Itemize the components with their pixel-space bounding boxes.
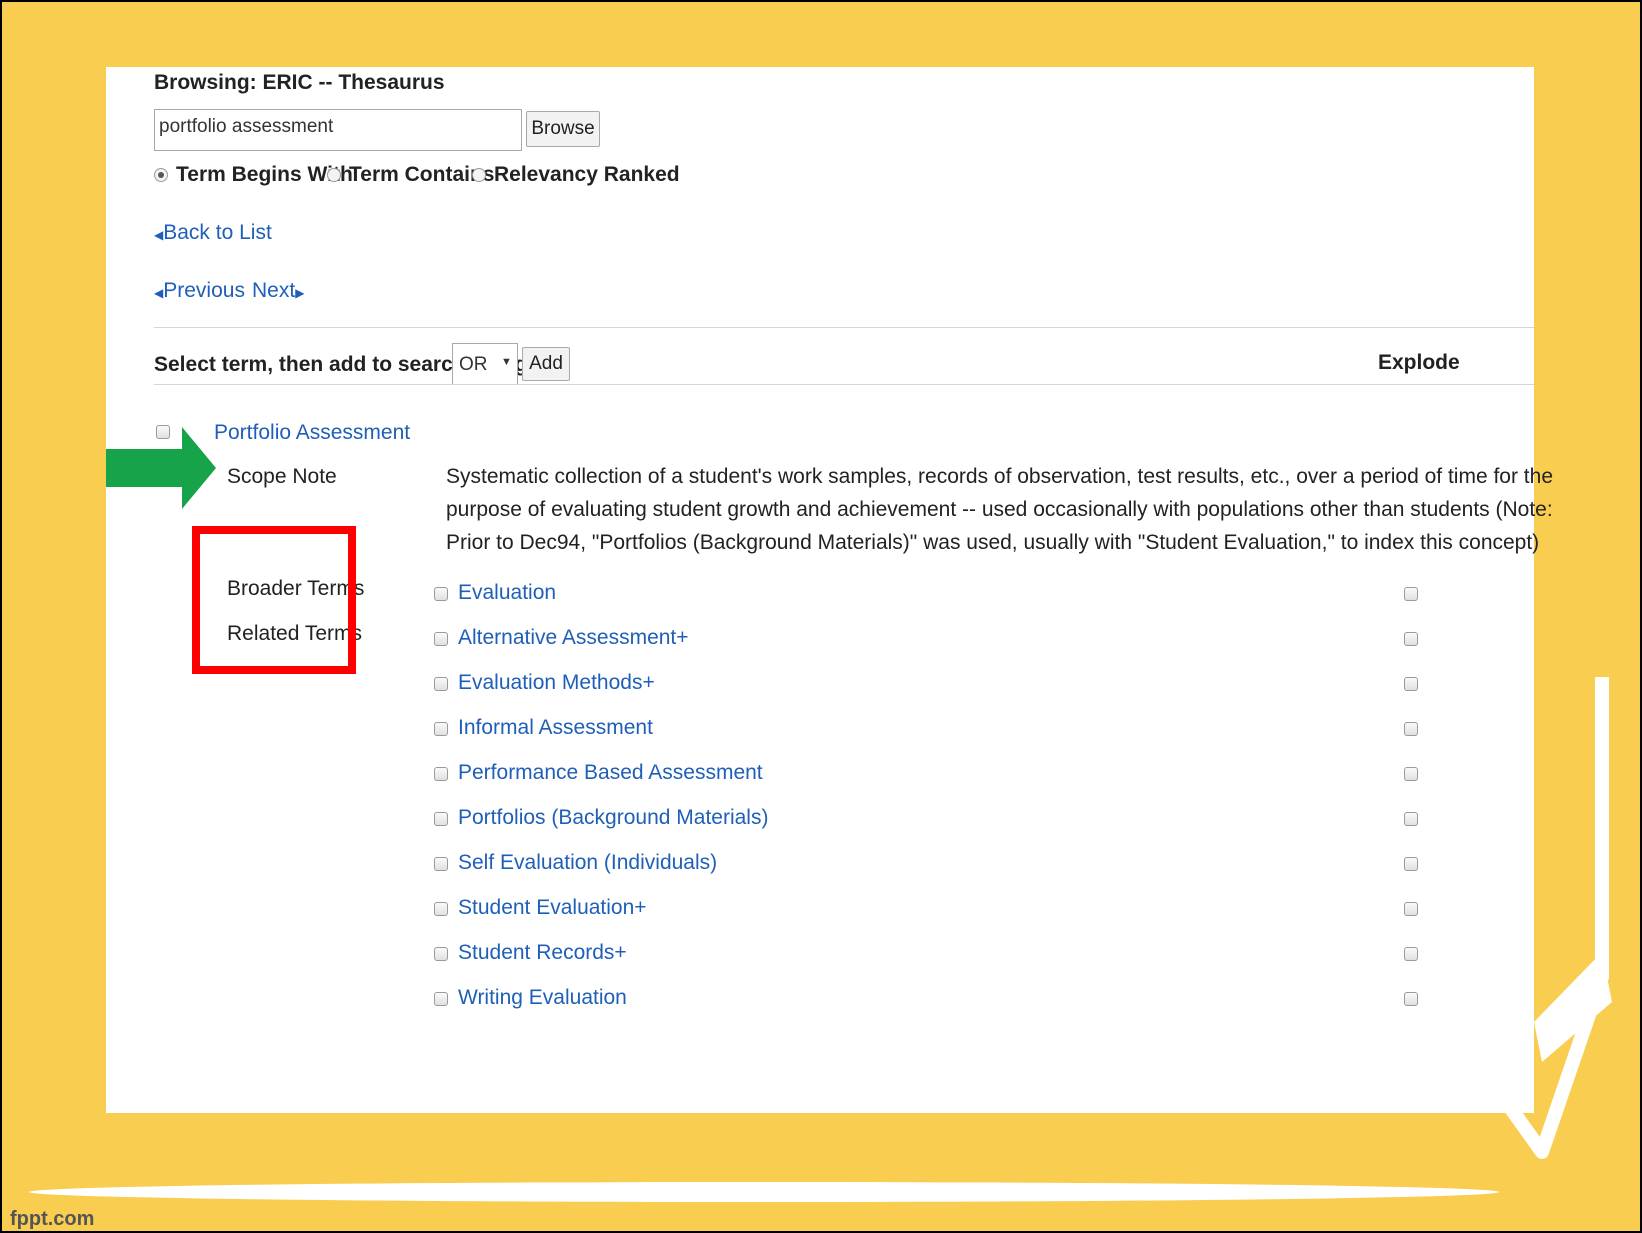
term-link[interactable]: Portfolios (Background Materials) [458, 806, 768, 830]
footer-brand: fppt.com [10, 1208, 95, 1230]
radio-term-contains[interactable] [327, 168, 341, 182]
slide: Browsing: ERIC -- Thesaurus portfolio as… [0, 0, 1642, 1233]
explode-checkbox[interactable] [1404, 767, 1418, 781]
caret-left-icon: ◀ [154, 286, 164, 300]
caret-right-icon: ▶ [295, 286, 305, 300]
term-checkbox[interactable] [434, 902, 448, 916]
explode-checkbox[interactable] [1404, 632, 1418, 646]
term-link[interactable]: Student Evaluation+ [458, 896, 647, 920]
explode-checkbox[interactable] [1404, 992, 1418, 1006]
term-link[interactable]: Evaluation Methods+ [458, 671, 655, 695]
term-link[interactable]: Performance Based Assessment [458, 761, 763, 785]
term-link[interactable]: Informal Assessment [458, 716, 653, 740]
scope-note-line-1: Systematic collection of a student's wor… [446, 465, 1554, 488]
radio-term-begins-with[interactable] [154, 168, 168, 182]
explode-checkbox[interactable] [1404, 587, 1418, 601]
floor-ellipse [29, 1182, 1499, 1202]
explode-checkbox[interactable] [1404, 677, 1418, 691]
term-checkbox[interactable] [434, 722, 448, 736]
term-checkbox[interactable] [434, 947, 448, 961]
term-row: Student Records+ [106, 941, 1534, 981]
browse-button[interactable]: Browse [526, 111, 600, 147]
back-to-list-link[interactable]: ◀Back to List [154, 221, 272, 245]
term-link[interactable]: Evaluation [458, 581, 556, 605]
term-link[interactable]: Alternative Assessment+ [458, 626, 689, 650]
radio-relevancy-ranked[interactable] [472, 168, 486, 182]
scope-note-label: Scope Note [227, 465, 337, 488]
green-arrow-icon [106, 427, 216, 509]
explode-checkbox[interactable] [1404, 947, 1418, 961]
browsing-title: Browsing: ERIC -- Thesaurus [154, 71, 445, 94]
main-term-link[interactable]: Portfolio Assessment [214, 421, 410, 445]
next-link[interactable]: Next▶ [252, 279, 304, 303]
term-row: Self Evaluation (Individuals) [106, 851, 1534, 891]
term-checkbox[interactable] [434, 767, 448, 781]
scope-note-line-2: purpose of evaluating student growth and… [446, 498, 1553, 521]
term-link[interactable]: Writing Evaluation [458, 986, 627, 1010]
term-link[interactable]: Student Records+ [458, 941, 627, 965]
explode-checkbox[interactable] [1404, 902, 1418, 916]
radio-relevancy-ranked-label: Relevancy Ranked [494, 163, 680, 186]
term-link[interactable]: Self Evaluation (Individuals) [458, 851, 717, 875]
term-checkbox[interactable] [434, 632, 448, 646]
divider-top [154, 327, 1534, 328]
caret-left-icon: ◀ [154, 228, 164, 242]
term-row: Evaluation Methods+ [106, 671, 1534, 711]
search-input[interactable]: portfolio assessment [154, 109, 522, 151]
term-checkbox[interactable] [434, 857, 448, 871]
term-checkbox[interactable] [434, 587, 448, 601]
explode-header: Explode [1378, 351, 1460, 374]
term-row: Writing Evaluation [106, 986, 1534, 1026]
highlight-box [192, 526, 356, 674]
term-row: Informal Assessment [106, 716, 1534, 756]
explode-checkbox[interactable] [1404, 812, 1418, 826]
operator-select-value: OR [459, 354, 488, 375]
explode-checkbox[interactable] [1404, 722, 1418, 736]
chevron-down-icon: ▼ [501, 356, 512, 368]
term-checkbox[interactable] [434, 992, 448, 1006]
scope-note-line-3: Prior to Dec94, "Portfolios (Background … [446, 531, 1540, 554]
term-checkbox[interactable] [434, 812, 448, 826]
previous-link[interactable]: ◀Previous [154, 279, 245, 303]
explode-checkbox[interactable] [1404, 857, 1418, 871]
divider-bottom [154, 384, 1534, 385]
operator-select[interactable]: OR ▼ [452, 343, 518, 385]
term-row: Portfolios (Background Materials) [106, 806, 1534, 846]
term-row: Performance Based Assessment [106, 761, 1534, 801]
add-button[interactable]: Add [522, 347, 570, 381]
term-row: Student Evaluation+ [106, 896, 1534, 936]
term-checkbox[interactable] [434, 677, 448, 691]
